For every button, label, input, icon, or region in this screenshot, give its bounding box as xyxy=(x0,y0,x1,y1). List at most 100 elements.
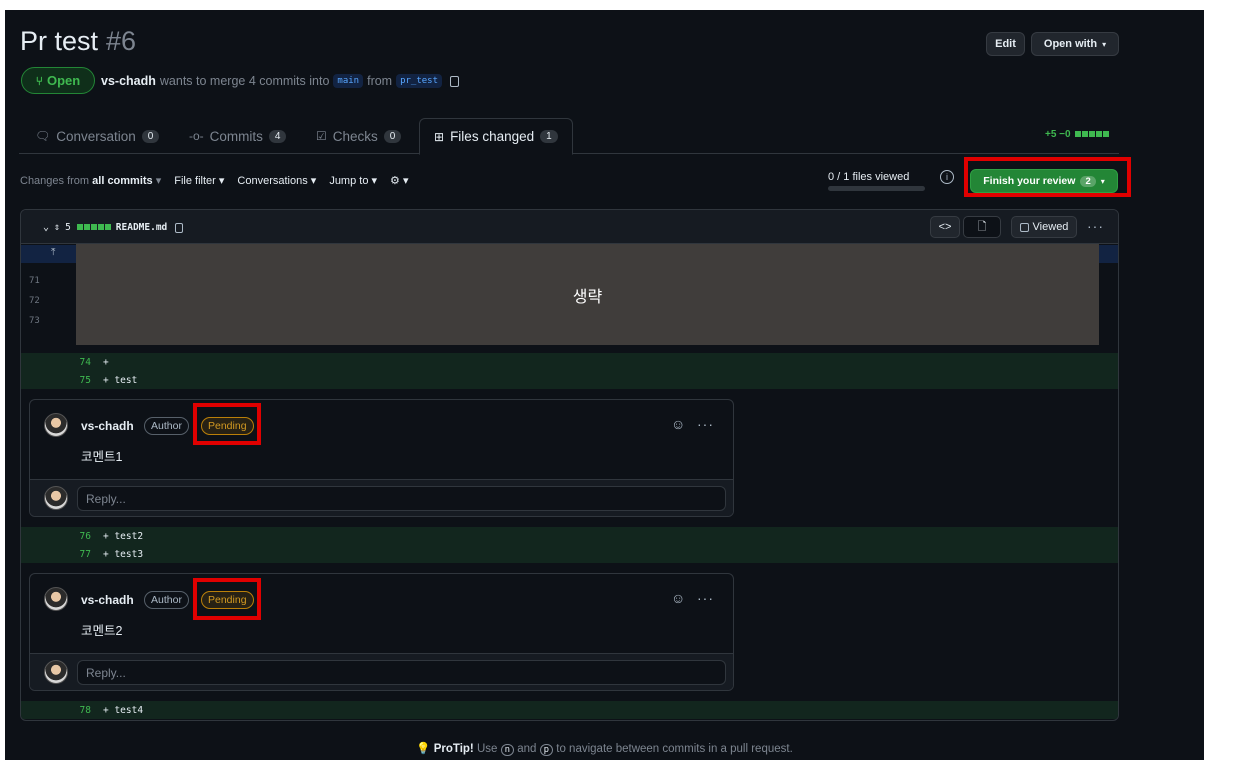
merge-text: wants to merge 4 commits into xyxy=(159,74,330,88)
diff-line[interactable]: 75 + test xyxy=(21,371,1118,389)
head-branch[interactable]: pr_test xyxy=(396,74,443,88)
line-code: + test2 xyxy=(103,531,144,542)
comment-author[interactable]: vs-chadh xyxy=(81,419,134,433)
tab-commits[interactable]: -o- Commits 4 xyxy=(189,118,287,154)
comment-icon: 🗨 xyxy=(35,129,51,143)
file-view-icon[interactable]: 🗋 xyxy=(963,216,1001,238)
comment-options-icon[interactable]: ··· xyxy=(697,590,714,606)
conversations-label: Conversations xyxy=(237,175,308,187)
tab-files-changed[interactable]: ⊞ Files changed 1 xyxy=(419,118,573,155)
line-code: + test3 xyxy=(103,549,144,560)
author-badge: Author xyxy=(144,591,189,609)
key-p: p xyxy=(539,744,554,756)
checklist-icon: ☑ xyxy=(316,129,327,143)
highlight-box-pending-1 xyxy=(193,403,261,445)
diff-line[interactable]: 76 + test2 xyxy=(21,527,1118,545)
file-diff: ⌄ ⇕ 5 README.md <> 🗋 Viewed ··· ⤒ 71 72 … xyxy=(20,209,1119,721)
changes-from-prefix: Changes from xyxy=(20,175,90,187)
file-change-count: 5 xyxy=(65,222,71,233)
diffstat-text: +5 −0 xyxy=(1045,129,1071,140)
comment-thread: vs-chadh Author Pending 코멘트1 ☺ ··· Reply… xyxy=(21,391,1118,525)
protip-and: and xyxy=(517,743,537,755)
avatar xyxy=(44,486,68,510)
edit-button[interactable]: Edit xyxy=(986,32,1025,56)
tab-commits-label: Commits xyxy=(209,128,263,144)
review-comment: vs-chadh Author Pending 코멘트1 ☺ ··· Reply… xyxy=(29,399,734,517)
comment-body: 코멘트1 xyxy=(81,450,123,464)
tab-files-changed-label: Files changed xyxy=(450,129,535,144)
highlight-box-pending-2 xyxy=(193,578,261,620)
code-view-icon[interactable]: <> xyxy=(930,216,960,238)
jump-to-dropdown[interactable]: Jump to ▾ xyxy=(329,174,377,187)
expand-up-icon: ⤒ xyxy=(51,247,56,258)
protip: 💡 ProTip! Use n and p to navigate betwee… xyxy=(5,741,1204,756)
protip-label: ProTip! xyxy=(433,743,474,755)
line-code: + test4 xyxy=(103,705,144,716)
pr-title-text: Pr test xyxy=(20,26,99,56)
file-name[interactable]: README.md xyxy=(116,222,167,233)
open-with-label: Open with xyxy=(1043,38,1098,50)
from-text: from xyxy=(367,74,393,88)
comment-options-icon[interactable]: ··· xyxy=(697,416,714,432)
expand-icon[interactable]: ⇕ xyxy=(54,222,60,233)
pr-state-badge: ⑂ Open xyxy=(21,67,95,94)
key-n: n xyxy=(500,744,515,756)
line-code: + xyxy=(103,357,109,368)
diff-line[interactable]: 74 + xyxy=(21,353,1118,371)
review-comment: vs-chadh Author Pending 코멘트2 ☺ ··· Reply… xyxy=(29,573,734,691)
files-toolbar: Changes from all commits ▾ File filter ▾… xyxy=(20,174,408,187)
changes-from-value: all commits xyxy=(92,175,153,187)
pr-title: Pr test #6 xyxy=(20,26,136,57)
pull-request-icon: ⑂ xyxy=(35,73,43,88)
tab-conversation[interactable]: 🗨 Conversation 0 xyxy=(35,118,160,154)
changes-from-dropdown[interactable]: Changes from all commits ▾ xyxy=(20,174,161,187)
viewed-checkbox[interactable]: Viewed xyxy=(1011,216,1077,238)
info-icon[interactable]: i xyxy=(940,170,954,184)
settings-gear-icon[interactable]: ⚙ ▾ xyxy=(390,174,408,187)
more-options-icon[interactable]: ··· xyxy=(1087,218,1104,234)
highlight-box-finish-review xyxy=(964,157,1131,197)
tab-checks[interactable]: ☑ Checks 0 xyxy=(316,118,402,154)
lightbulb-icon: 💡 xyxy=(416,743,431,755)
base-branch[interactable]: main xyxy=(333,74,364,88)
checkbox-icon xyxy=(1019,222,1029,232)
diff-line[interactable]: 78 + test4 xyxy=(21,701,1118,719)
file-diffstat-bar xyxy=(76,222,111,233)
context-line-number: 71 xyxy=(29,276,40,286)
file-filter-dropdown[interactable]: File filter ▾ xyxy=(174,174,224,187)
tab-checks-label: Checks xyxy=(332,128,378,144)
pr-state-label: Open xyxy=(46,73,81,88)
line-number: 76 xyxy=(79,531,91,542)
line-code: + test xyxy=(103,375,138,386)
reply-row: Reply... xyxy=(30,479,733,516)
avatar[interactable] xyxy=(44,413,68,437)
avatar[interactable] xyxy=(44,587,68,611)
pr-author-link[interactable]: vs-chadh xyxy=(101,74,156,88)
chevron-down-icon[interactable]: ⌄ xyxy=(43,222,49,233)
line-number: 74 xyxy=(79,357,91,368)
comment-author[interactable]: vs-chadh xyxy=(81,593,134,607)
diffstat-bar xyxy=(1074,129,1109,140)
commit-icon: -o- xyxy=(189,129,204,143)
files-viewed-count: 0 / 1 files viewed xyxy=(828,171,910,183)
smiley-icon[interactable]: ☺ xyxy=(671,416,685,432)
reply-input[interactable]: Reply... xyxy=(77,660,726,685)
smiley-icon[interactable]: ☺ xyxy=(671,590,685,606)
pr-tabs: 🗨 Conversation 0 -o- Commits 4 ☑ Checks 0 ⊞ Fil… xyxy=(19,118,1119,155)
author-badge: Author xyxy=(144,417,189,435)
pr-number: #6 xyxy=(106,26,137,56)
copy-path-icon[interactable] xyxy=(175,222,184,233)
protip-rest: to navigate between commits in a pull re… xyxy=(556,743,793,755)
conversations-dropdown[interactable]: Conversations ▾ xyxy=(237,174,316,187)
tab-files-changed-count: 1 xyxy=(540,130,558,143)
comment-body: 코멘트2 xyxy=(81,624,123,638)
protip-use: Use xyxy=(476,743,498,755)
line-number: 78 xyxy=(79,705,91,716)
reply-input[interactable]: Reply... xyxy=(77,486,726,511)
open-with-button[interactable]: Open with ▾ xyxy=(1031,32,1119,56)
pr-page: Pr test #6 Edit Open with ▾ ⑂ Open vs-chadh… xyxy=(5,10,1204,760)
copy-icon[interactable] xyxy=(450,75,460,87)
tab-conversation-count: 0 xyxy=(141,129,160,143)
diff-line[interactable]: 77 + test3 xyxy=(21,545,1118,563)
comment-thread: vs-chadh Author Pending 코멘트2 ☺ ··· Reply… xyxy=(21,565,1118,699)
